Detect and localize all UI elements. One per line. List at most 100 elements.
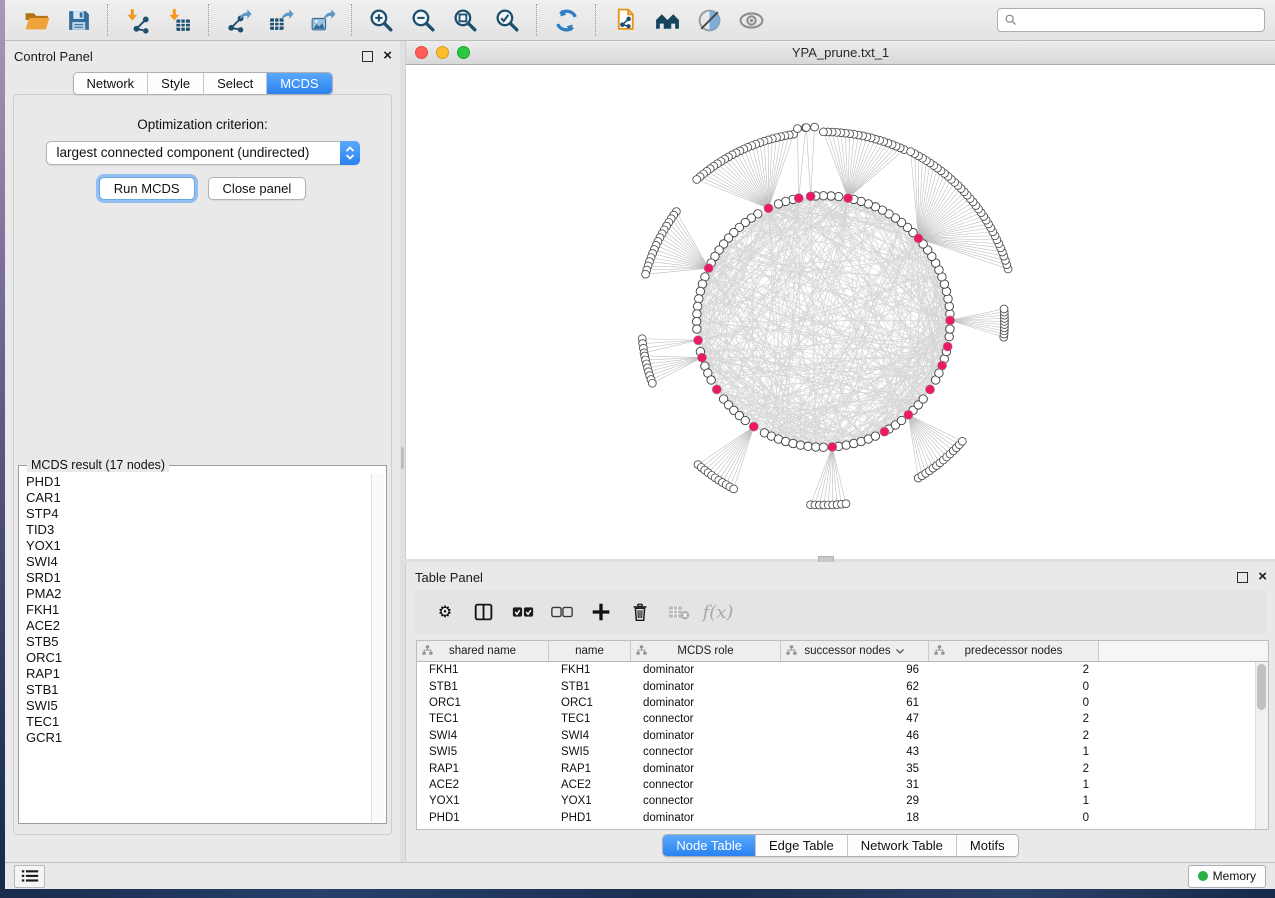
tab-motifs[interactable]: Motifs xyxy=(957,835,1018,856)
network-leaf-node[interactable] xyxy=(958,437,966,445)
network-node[interactable] xyxy=(707,376,715,384)
network-hub-node[interactable] xyxy=(749,422,758,431)
run-mcds-button[interactable]: Run MCDS xyxy=(99,177,195,200)
network-node[interactable] xyxy=(945,302,953,310)
network-leaf-node[interactable] xyxy=(811,123,819,131)
fit-content-icon[interactable] xyxy=(450,5,480,35)
network-node[interactable] xyxy=(693,310,701,318)
scrollbar-thumb[interactable] xyxy=(1257,664,1266,710)
column-header-name[interactable]: name xyxy=(549,641,631,661)
export-table-icon[interactable] xyxy=(265,5,295,35)
memory-button[interactable]: Memory xyxy=(1188,865,1266,888)
network-hub-node[interactable] xyxy=(880,427,889,436)
table-row[interactable]: ORC1ORC1dominator610 xyxy=(417,695,1256,711)
table-row[interactable]: STB1STB1dominator620 xyxy=(417,678,1256,694)
network-hub-node[interactable] xyxy=(704,264,713,273)
network-hub-node[interactable] xyxy=(937,361,946,370)
table-row[interactable]: TEC1TEC1connector472 xyxy=(417,711,1256,727)
network-hub-node[interactable] xyxy=(943,342,952,351)
table-row[interactable]: SWI5SWI5connector431 xyxy=(417,744,1256,760)
column-header-mcds-role[interactable]: MCDS role xyxy=(631,641,781,661)
network-hub-node[interactable] xyxy=(925,385,934,394)
tab-mcds[interactable]: MCDS xyxy=(267,73,331,94)
table-row[interactable]: PHD1PHD1dominator180 xyxy=(417,810,1256,826)
splitter-grip[interactable] xyxy=(401,447,404,469)
select-all-icon[interactable] xyxy=(506,597,540,627)
mcds-result-item[interactable]: TEC1 xyxy=(20,714,372,730)
import-network-icon[interactable] xyxy=(122,5,152,35)
column-header-shared-name[interactable]: shared name xyxy=(417,641,549,661)
network-node[interactable] xyxy=(871,432,879,440)
maximize-window-icon[interactable] xyxy=(457,46,470,59)
minimize-window-icon[interactable] xyxy=(436,46,449,59)
zoom-out-icon[interactable] xyxy=(408,5,438,35)
mcds-result-item[interactable]: PHD1 xyxy=(20,474,372,490)
network-hub-node[interactable] xyxy=(764,204,773,213)
graphics-details-icon[interactable] xyxy=(736,5,766,35)
network-hub-node[interactable] xyxy=(697,353,706,362)
deselect-all-icon[interactable] xyxy=(545,597,579,627)
search-input[interactable] xyxy=(1022,12,1258,28)
network-hub-node[interactable] xyxy=(904,410,913,419)
network-leaf-node[interactable] xyxy=(802,124,810,132)
table-row[interactable]: YOX1YOX1connector291 xyxy=(417,793,1256,809)
refresh-icon[interactable] xyxy=(551,5,581,35)
table-settings-icon[interactable]: ⚙ xyxy=(428,597,462,627)
close-panel-icon[interactable]: × xyxy=(383,50,392,62)
close-table-panel-icon[interactable]: × xyxy=(1258,571,1267,583)
find-network-icon[interactable] xyxy=(652,5,682,35)
style-toggle-icon[interactable] xyxy=(694,5,724,35)
network-node[interactable] xyxy=(796,441,804,449)
tab-node-table[interactable]: Node Table xyxy=(663,835,756,856)
network-hub-node[interactable] xyxy=(794,194,803,203)
network-hub-node[interactable] xyxy=(806,192,815,201)
network-hub-node[interactable] xyxy=(712,385,721,394)
network-hub-node[interactable] xyxy=(946,316,955,325)
network-leaf-node[interactable] xyxy=(842,500,850,508)
network-leaf-node[interactable] xyxy=(794,125,802,133)
network-node[interactable] xyxy=(741,416,749,424)
delete-icon[interactable] xyxy=(623,597,657,627)
mcds-result-item[interactable]: RAP1 xyxy=(20,666,372,682)
import-table-icon[interactable] xyxy=(164,5,194,35)
network-node[interactable] xyxy=(695,295,703,303)
mcds-result-item[interactable]: TID3 xyxy=(20,522,372,538)
tab-select[interactable]: Select xyxy=(204,73,267,94)
mcds-result-item[interactable]: SRD1 xyxy=(20,570,372,586)
add-icon[interactable] xyxy=(584,597,618,627)
tab-network[interactable]: Network xyxy=(73,73,148,94)
mcds-result-item[interactable]: FKH1 xyxy=(20,602,372,618)
mcds-result-item[interactable]: STP4 xyxy=(20,506,372,522)
float-panel-icon[interactable] xyxy=(362,51,373,62)
network-hub-node[interactable] xyxy=(914,234,923,243)
network-leaf-node[interactable] xyxy=(693,176,701,184)
mcds-result-item[interactable]: CAR1 xyxy=(20,490,372,506)
float-table-panel-icon[interactable] xyxy=(1237,572,1248,583)
mcds-result-item[interactable]: PMA2 xyxy=(20,586,372,602)
search-box[interactable] xyxy=(997,8,1265,32)
open-file-icon[interactable] xyxy=(21,5,51,35)
table-row[interactable]: RAP1RAP1dominator352 xyxy=(417,760,1256,776)
mcds-result-item[interactable]: YOX1 xyxy=(20,538,372,554)
zoom-selected-icon[interactable] xyxy=(492,5,522,35)
mcds-result-item[interactable]: STB5 xyxy=(20,634,372,650)
column-header-predecessor-nodes[interactable]: predecessor nodes xyxy=(929,641,1099,661)
network-node[interactable] xyxy=(944,295,952,303)
show-columns-icon[interactable] xyxy=(467,597,501,627)
tab-style[interactable]: Style xyxy=(148,73,204,94)
mcds-result-item[interactable]: ORC1 xyxy=(20,650,372,666)
mcds-result-item[interactable]: GCR1 xyxy=(20,730,372,746)
network-node[interactable] xyxy=(819,443,827,451)
table-scrollbar[interactable] xyxy=(1255,662,1268,829)
network-node[interactable] xyxy=(804,442,812,450)
network-leaf-node[interactable] xyxy=(907,148,915,156)
network-hub-node[interactable] xyxy=(843,194,852,203)
zoom-in-icon[interactable] xyxy=(366,5,396,35)
network-leaf-node[interactable] xyxy=(819,128,827,136)
table-row[interactable]: ACE2ACE2connector311 xyxy=(417,777,1256,793)
network-hub-node[interactable] xyxy=(828,442,837,451)
mcds-result-item[interactable]: ACE2 xyxy=(20,618,372,634)
mcds-result-item[interactable]: SWI4 xyxy=(20,554,372,570)
table-row[interactable]: FKH1FKH1dominator962 xyxy=(417,662,1256,678)
column-header-successor-nodes[interactable]: successor nodes xyxy=(781,641,929,661)
